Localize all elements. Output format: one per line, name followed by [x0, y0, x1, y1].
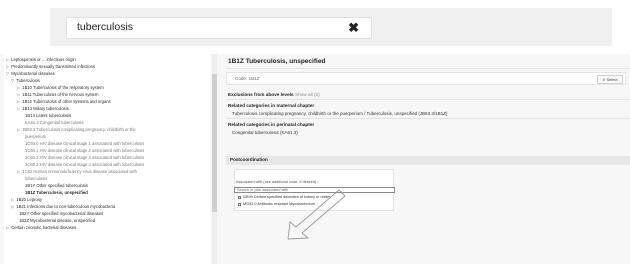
select-label: Select [606, 77, 618, 82]
tree-item[interactable]: 1B1Z Tuberculosis, unspecified [25, 190, 88, 196]
tree-item-label: 1B21 Infections due to non-tuberculous m… [16, 204, 116, 209]
tree-item[interactable]: ▷ 1B12 Tuberculosis of other systems and … [17, 99, 111, 105]
tree-item[interactable]: ▷ JB63.3 Tuberculosis complicating pregna… [17, 127, 136, 133]
tree-item-label: Mycobacterial diseases [11, 71, 55, 76]
code-row: Code: 1B1Z ∨ Select [226, 72, 626, 85]
tree-item-label: 1B1Z Tuberculosis, unspecified [25, 190, 88, 195]
perinatal-item-link[interactable]: Congenital tuberculosis (KA61.3) [232, 130, 298, 135]
tree-item[interactable]: 1C60.3 HIV disease clinical stage 4 asso… [25, 162, 144, 168]
exclusions-show-all-link[interactable]: Show all (2) [295, 92, 320, 97]
tree-item[interactable]: ▷ 1B20 Leprosy [11, 197, 42, 203]
scrollbar-thumb[interactable] [212, 74, 217, 212]
tree-item[interactable]: KA61.3 Congenital tuberculosis [25, 120, 83, 126]
collapse-icon[interactable]: ▽ [11, 78, 14, 83]
tree-item[interactable]: ▽ Tuberculosis [11, 78, 40, 84]
tree-item-label: 1C60.0 HIV disease clinical stage 1 asso… [25, 141, 145, 146]
divider [226, 118, 630, 119]
tree-item-label: 1B12 Tuberculosis of other systems and o… [22, 99, 111, 104]
tree-item-label: tuberculosis [25, 176, 48, 181]
expand-icon[interactable]: ▷ [17, 85, 20, 90]
tree-item[interactable]: ▷ 1B21 Infections due to non-tuberculous … [11, 204, 115, 210]
associated-with-placeholder: Search or pick associated with [237, 188, 289, 192]
tree-item[interactable]: ▷ 1B10 Tuberculosis of the respiratory sy… [17, 85, 104, 91]
tree-item[interactable]: ▷ Certain zoonotic bacterial diseases [6, 225, 76, 231]
expand-icon[interactable]: ▷ [17, 169, 20, 174]
divider [226, 68, 630, 69]
option-label: GB99 Certain specified disorders of kidn… [243, 195, 331, 199]
option-label: MG52.0 Antibiotic resistant Mycobacteriu… [243, 202, 315, 206]
postcoordination-bar: Postcoordination [226, 156, 630, 165]
tree-item-label: 1B11 Tuberculosis of the nervous system [22, 92, 99, 97]
divider [226, 99, 630, 100]
tree-item[interactable]: ▷ 1B13 Miliary tuberculosis [17, 106, 69, 112]
expand-icon[interactable]: ▷ [6, 64, 9, 69]
tree-item[interactable]: ▷ 1C62 Human immunodeficiency virus disea… [17, 169, 137, 175]
tree-item[interactable]: 1C60.1 HIV disease clinical stage 2 asso… [25, 148, 144, 154]
tree-item-label: puerperium [25, 134, 47, 139]
tree-item-label: 1B13 Miliary tuberculosis [22, 106, 69, 111]
close-icon[interactable]: ✖ [348, 20, 359, 36]
option-checkbox-row[interactable]: MG52.0 Antibiotic resistant Mycobacteriu… [238, 202, 315, 206]
tree-item[interactable]: ▷ Predominantly sexually transmitted infe… [6, 64, 95, 70]
category-tree: ▷ Leptospirosis or ... infectious origin ▷… [4, 54, 210, 264]
tree-item-label: 1B2Z Mycobacterial disease, unspecified [19, 218, 96, 223]
code-label: Code: 1B1Z [235, 76, 260, 81]
tree-item-label: 1B1Y Other specified tuberculosis [25, 183, 89, 188]
tree-item[interactable]: ▷ 1B11 Tuberculosis of the nervous system [17, 92, 99, 98]
detail-title: 1B1Z Tuberculosis, unspecified [228, 58, 326, 65]
perinatal-heading: Related categories in perinatal chapter [228, 122, 315, 127]
tree-item-label: 1C62 Human immunodeficiency virus diseas… [22, 169, 137, 174]
tree-item[interactable]: 1B2Y Other specified mycobacterial disea… [19, 211, 103, 217]
search-query: tuberculosis [77, 21, 134, 33]
checkbox[interactable] [238, 202, 241, 206]
tree-item-label: 1C60.3 HIV disease clinical stage 4 asso… [25, 162, 145, 167]
tree-item[interactable]: ▷ Leptospirosis or ... infectious origin [6, 57, 76, 63]
tree-item-label: 1B10 Tuberculosis of the respiratory sys… [22, 85, 104, 90]
tree-item[interactable]: 1C60.0 HIV disease clinical stage 1 asso… [25, 141, 144, 147]
tree-item[interactable]: tuberculosis [25, 176, 47, 182]
tree-item-label: Leptospirosis or ... infectious origin [11, 57, 76, 62]
tree-item-label: 1B20 Leprosy [16, 197, 43, 202]
expand-icon[interactable]: ▷ [17, 99, 20, 104]
expand-icon[interactable]: ▷ [11, 204, 14, 209]
associated-with-label: Associated with (use additional code, if… [236, 180, 319, 184]
expand-icon[interactable]: ▷ [6, 225, 9, 230]
tree-item-label: JB63.3 Tuberculosis complicating pregnan… [22, 127, 136, 132]
expand-icon[interactable]: ▷ [17, 127, 20, 132]
tree-item-label: Predominantly sexually transmitted infec… [11, 64, 96, 69]
expand-icon[interactable]: ▷ [17, 92, 20, 97]
exclusions-row: Exclusions from above levels Show all (2… [228, 92, 320, 97]
tree-item-label: 1B2Y Other specified mycobacterial disea… [19, 211, 104, 216]
expand-icon[interactable]: ▷ [11, 197, 14, 202]
tree-item[interactable]: 1C60.2 HIV disease clinical stage 3 asso… [25, 155, 144, 161]
tree-item[interactable]: 1B2Z Mycobacterial disease, unspecified [19, 218, 95, 224]
checkbox[interactable] [238, 195, 241, 199]
collapse-icon[interactable]: ▽ [6, 71, 9, 76]
tree-item[interactable]: 1B14 Latent tuberculosis [25, 113, 71, 119]
tree-item-label: 1B14 Latent tuberculosis [25, 113, 72, 118]
expand-icon[interactable]: ▷ [17, 106, 20, 111]
exclusions-label: Exclusions from above levels [228, 92, 294, 97]
tree-item-label: Certain zoonotic bacterial diseases [11, 225, 77, 230]
search-input[interactable]: tuberculosis ✖ [66, 17, 372, 39]
select-dropdown[interactable]: ∨ Select [597, 75, 623, 84]
option-checkbox-row[interactable]: GB99 Certain specified disorders of kidn… [238, 195, 330, 199]
associated-with-search-input[interactable]: Search or pick associated with [234, 187, 395, 193]
maternal-item-link[interactable]: Tuberculosis complicating pregnancy, chi… [232, 111, 447, 116]
tree-item[interactable]: 1B1Y Other specified tuberculosis [25, 183, 88, 189]
tree-item[interactable]: puerperium [25, 134, 46, 140]
detail-panel: 1B1Z Tuberculosis, unspecified Code: 1B1… [220, 54, 630, 264]
tree-item-label: Tuberculosis [16, 78, 40, 83]
tree-scrollbar[interactable] [212, 54, 217, 264]
postcoordination-heading: Postcoordination [230, 157, 268, 162]
tree-item[interactable]: ▽ Mycobacterial diseases [6, 71, 55, 77]
expand-icon[interactable]: ▷ [6, 57, 9, 62]
tree-item-label: 1C60.2 HIV disease clinical stage 3 asso… [25, 155, 145, 160]
browser-panel: ▷ Leptospirosis or ... infectious origin ▷… [0, 54, 630, 264]
tree-item-label: 1C60.1 HIV disease clinical stage 2 asso… [25, 148, 145, 153]
tree-item-label: KA61.3 Congenital tuberculosis [25, 120, 84, 125]
maternal-heading: Related categories in maternal chapter [228, 103, 315, 108]
